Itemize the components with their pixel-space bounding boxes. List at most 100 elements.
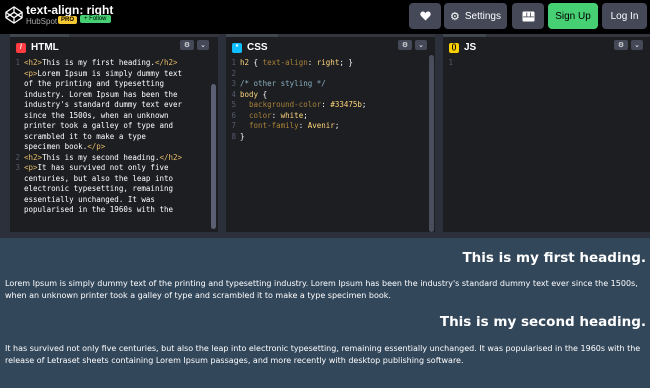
- codepen-logo-icon[interactable]: [5, 6, 23, 24]
- preview-paragraph-2: It has survived not only five centuries,…: [5, 344, 641, 365]
- css-editor-header: * CSS ⚙ ⌄: [226, 34, 435, 58]
- css-editor: * CSS ⚙ ⌄ 1 h2 { text-align: right; } 2 3 /*…: [226, 34, 435, 232]
- line-number: 3: [231, 79, 236, 88]
- follow-button[interactable]: + Follow: [80, 15, 111, 23]
- line-number: 1: [448, 58, 453, 67]
- css-settings-gear-icon[interactable]: ⚙: [398, 40, 412, 50]
- css-code-line[interactable]: 8}: [226, 132, 427, 143]
- js-code-line[interactable]: 1: [443, 58, 642, 69]
- line-number: [10, 184, 24, 195]
- line-number: 2: [231, 68, 236, 78]
- html-editor: / HTML ⚙ ⌄ 1 <h2>This is my first heading…: [10, 34, 218, 232]
- result-preview: This is my first heading. Lorem Ipsum is…: [0, 232, 650, 388]
- css-code-line[interactable]: 4 body {: [226, 90, 427, 101]
- html-code-line[interactable]: electronic typesetting, remaining: [10, 184, 210, 195]
- html-code-line[interactable]: <p>Lorem Ipsum is simply dummy text: [10, 69, 210, 80]
- line-text: popularised in the 1960s with the: [24, 205, 174, 214]
- html-code-line[interactable]: 3 <p>It has survived not only five: [10, 163, 210, 174]
- css-collapse-chevron-icon[interactable]: ⌄: [415, 40, 427, 50]
- line-number: 5: [231, 100, 236, 109]
- html-code-line[interactable]: essentially unchanged. It was: [10, 195, 210, 206]
- html-logo-icon: /: [16, 42, 26, 53]
- html-code-line[interactable]: centuries, but also the leap into: [10, 174, 210, 185]
- js-collapse-chevron-icon[interactable]: ⌄: [631, 40, 643, 50]
- settings-label: Settings: [464, 10, 501, 22]
- pro-badge: PRO: [58, 16, 78, 24]
- line-number: 3: [15, 163, 20, 172]
- line-number: [10, 121, 24, 132]
- line-number: 2: [15, 152, 20, 162]
- css-code-line[interactable]: 3 /* other styling */: [226, 79, 427, 90]
- js-editor: () JS ⚙ ⌄ 1: [443, 34, 650, 232]
- line-text: <p>Lorem Ipsum is simply dummy text: [24, 68, 183, 78]
- line-number: [10, 79, 24, 90]
- line-text: color: white;: [249, 110, 308, 120]
- line-text: }: [240, 131, 245, 141]
- html-editor-header: / HTML ⚙ ⌄: [10, 34, 218, 58]
- layout-icon: [522, 11, 534, 21]
- js-code-area[interactable]: 1: [443, 55, 642, 232]
- html-code-line[interactable]: popularised in the 1960s with the: [10, 205, 210, 216]
- line-text: industry's standard dummy text ever: [24, 100, 183, 109]
- preview-heading-1: This is my first heading.: [462, 250, 646, 266]
- change-view-button[interactable]: [512, 3, 544, 29]
- author-name[interactable]: HubSpot: [26, 17, 57, 26]
- html-code-line[interactable]: industry. Lorem Ipsum has been the: [10, 90, 210, 101]
- css-code-line[interactable]: 6 color: white;: [226, 111, 427, 122]
- settings-button[interactable]: ⚙ Settings: [444, 3, 507, 29]
- html-code-line[interactable]: industry's standard dummy text ever: [10, 100, 210, 111]
- js-editor-label: JS: [464, 42, 477, 53]
- line-text: industry. Lorem Ipsum has been the: [24, 89, 178, 99]
- line-number: [10, 195, 24, 206]
- html-code-line[interactable]: since the 1500s, when an unknown: [10, 111, 210, 122]
- signup-button[interactable]: Sign Up: [548, 3, 598, 29]
- css-code-line[interactable]: 7 font-family: Avenir;: [226, 121, 427, 132]
- love-button[interactable]: [409, 3, 441, 29]
- line-number: [10, 142, 24, 153]
- line-text: essentially unchanged. It was: [24, 194, 155, 204]
- line-text: background-color: #33475b;: [249, 100, 367, 109]
- css-code-line[interactable]: 5 background-color: #33475b;: [226, 100, 427, 111]
- css-code-line[interactable]: 2: [226, 69, 427, 80]
- line-number: 4: [231, 89, 236, 99]
- css-logo-icon: *: [232, 42, 242, 53]
- js-editor-header: () JS ⚙ ⌄: [443, 34, 650, 58]
- line-number: 6: [231, 110, 236, 120]
- preview-heading-2: This is my second heading.: [439, 314, 646, 330]
- line-number: 1: [231, 58, 236, 67]
- line-text: /* other styling */: [240, 79, 326, 88]
- line-text: since the 1500s, when an unknown: [24, 110, 169, 120]
- html-code-line[interactable]: of the printing and typesetting: [10, 79, 210, 90]
- css-scrollbar[interactable]: [429, 55, 434, 232]
- line-number: [10, 69, 24, 80]
- line-text: scrambled it to make a type: [24, 131, 146, 141]
- line-text: <p>It has survived not only five: [24, 163, 169, 172]
- html-settings-gear-icon[interactable]: ⚙: [180, 40, 194, 50]
- line-number: [10, 111, 24, 122]
- preview-paragraph-1: Lorem Ipsum is simply dummy text of the …: [5, 279, 638, 300]
- html-code-line[interactable]: specimen book.</p>: [10, 142, 210, 153]
- html-code-area[interactable]: 1 <h2>This is my first heading.</h2> <p>Lo…: [10, 55, 210, 232]
- line-text: specimen book.</p>: [24, 142, 106, 151]
- html-code-line[interactable]: scrambled it to make a type: [10, 132, 210, 143]
- login-button[interactable]: Log In: [602, 3, 647, 29]
- line-number: [10, 205, 24, 216]
- html-scrollbar[interactable]: [211, 84, 216, 229]
- line-number: 8: [231, 131, 236, 141]
- css-code-area[interactable]: 1 h2 { text-align: right; } 2 3 /* other sty…: [226, 55, 427, 232]
- css-code-line[interactable]: 1 h2 { text-align: right; }: [226, 58, 427, 69]
- js-settings-gear-icon[interactable]: ⚙: [614, 40, 628, 50]
- html-code-line[interactable]: printer took a galley of type and: [10, 121, 210, 132]
- line-text: centuries, but also the leap into: [24, 173, 174, 183]
- line-number: 1: [15, 58, 20, 67]
- html-code-line[interactable]: 2 <h2>This is my second heading.</h2>: [10, 153, 210, 164]
- line-text: printer took a galley of type and: [24, 121, 174, 130]
- line-text: h2 { text-align: right; }: [240, 58, 353, 67]
- line-number: [10, 100, 24, 111]
- html-code-line[interactable]: 1 <h2>This is my first heading.</h2>: [10, 58, 210, 69]
- line-number: 7: [231, 121, 236, 130]
- html-collapse-chevron-icon[interactable]: ⌄: [197, 40, 209, 50]
- html-editor-label: HTML: [31, 42, 59, 53]
- line-text: body {: [240, 89, 268, 99]
- top-bar: text-align: right HubSpot PRO + Follow ⚙…: [0, 0, 650, 34]
